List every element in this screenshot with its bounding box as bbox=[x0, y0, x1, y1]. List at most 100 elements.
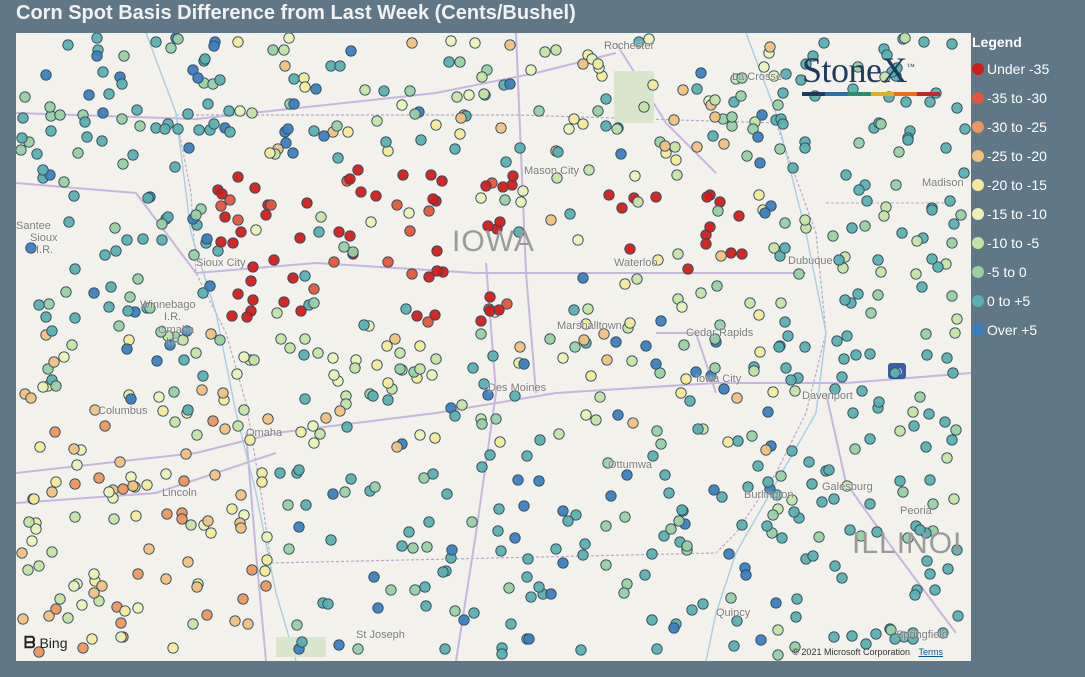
basis-marker bbox=[493, 304, 505, 316]
basis-marker bbox=[458, 614, 470, 626]
basis-marker bbox=[594, 391, 606, 403]
legend-item[interactable]: -35 to -30 bbox=[972, 83, 1082, 112]
basis-marker bbox=[97, 66, 109, 78]
basis-marker bbox=[66, 339, 78, 351]
basis-marker bbox=[169, 161, 181, 173]
basis-marker bbox=[341, 421, 353, 433]
basis-marker bbox=[404, 225, 416, 237]
basis-marker bbox=[301, 197, 313, 209]
basis-marker bbox=[119, 605, 131, 617]
basis-marker bbox=[91, 33, 103, 44]
legend-label: Under -35 bbox=[987, 60, 1050, 77]
basis-marker bbox=[557, 352, 569, 364]
basis-marker bbox=[691, 141, 703, 153]
basis-marker bbox=[753, 189, 765, 201]
basis-marker bbox=[889, 367, 901, 379]
basis-marker bbox=[818, 37, 830, 49]
basis-marker bbox=[550, 44, 562, 56]
map-canvas[interactable]: 80 IOWA ILLINOI Rochester La Crosse Maso… bbox=[16, 33, 971, 661]
basis-marker bbox=[777, 118, 789, 130]
bing-icon: ᗷ bbox=[24, 635, 36, 652]
basis-marker bbox=[708, 484, 720, 496]
basis-marker bbox=[946, 290, 958, 302]
basis-marker bbox=[668, 114, 680, 126]
basis-marker bbox=[646, 548, 658, 560]
legend-item[interactable]: Over +5 bbox=[972, 315, 1082, 344]
basis-marker bbox=[681, 540, 693, 552]
legend-item[interactable]: -5 to 0 bbox=[972, 257, 1082, 286]
basis-marker bbox=[676, 504, 688, 516]
basis-marker bbox=[944, 195, 956, 207]
legend-item[interactable]: -30 to -25 bbox=[972, 112, 1082, 141]
basis-marker bbox=[77, 642, 89, 654]
legend-item[interactable]: -15 to -10 bbox=[972, 199, 1082, 228]
basis-marker bbox=[847, 407, 859, 419]
basis-marker bbox=[264, 147, 276, 159]
city-label: Sioux City bbox=[196, 257, 246, 269]
basis-marker bbox=[582, 303, 594, 315]
basis-marker bbox=[232, 214, 244, 226]
basis-marker bbox=[197, 370, 209, 382]
basis-marker bbox=[235, 226, 247, 238]
basis-marker bbox=[952, 610, 964, 622]
basis-marker bbox=[116, 78, 128, 90]
basis-marker bbox=[28, 493, 40, 505]
basis-marker bbox=[391, 199, 403, 211]
basis-marker bbox=[907, 406, 919, 418]
basis-marker bbox=[451, 91, 463, 103]
basis-marker bbox=[44, 101, 56, 113]
basis-marker bbox=[103, 88, 115, 100]
basis-marker bbox=[191, 581, 203, 593]
basis-marker bbox=[219, 423, 231, 435]
legend-label: -30 to -25 bbox=[987, 118, 1047, 135]
basis-marker bbox=[287, 147, 299, 159]
basis-marker bbox=[624, 243, 636, 255]
basis-marker bbox=[419, 581, 431, 593]
basis-marker bbox=[229, 615, 241, 627]
legend-item[interactable]: 0 to +5 bbox=[972, 286, 1082, 315]
basis-marker bbox=[564, 208, 576, 220]
basis-marker bbox=[678, 339, 690, 351]
terms-link[interactable]: Terms bbox=[919, 647, 944, 657]
map-svg[interactable]: 80 bbox=[16, 33, 971, 661]
state-border bbox=[176, 114, 777, 124]
basis-marker bbox=[380, 136, 392, 148]
bing-logo[interactable]: ᗷ Bing bbox=[24, 635, 67, 653]
legend-item[interactable]: -25 to -20 bbox=[972, 141, 1082, 170]
basis-marker bbox=[232, 171, 244, 183]
basis-marker bbox=[420, 600, 432, 612]
legend-item[interactable]: -20 to -15 bbox=[972, 170, 1082, 199]
basis-marker bbox=[315, 211, 327, 223]
basis-marker bbox=[772, 624, 784, 636]
city-label: Des Moines bbox=[488, 382, 547, 394]
basis-marker bbox=[331, 120, 343, 132]
basis-marker bbox=[328, 256, 340, 268]
basis-marker bbox=[732, 435, 744, 447]
basis-marker bbox=[232, 288, 244, 300]
basis-marker bbox=[178, 354, 190, 366]
basis-marker bbox=[122, 305, 134, 317]
basis-marker bbox=[40, 69, 52, 81]
basis-marker bbox=[403, 207, 415, 219]
basis-marker bbox=[908, 420, 920, 432]
basis-marker bbox=[423, 516, 435, 528]
city-label: La Crosse bbox=[732, 71, 783, 83]
basis-marker bbox=[631, 273, 643, 285]
basis-marker bbox=[695, 67, 707, 79]
basis-marker bbox=[16, 547, 28, 559]
basis-marker bbox=[300, 499, 312, 511]
basis-marker bbox=[505, 618, 517, 630]
basis-marker bbox=[590, 414, 602, 426]
legend-item[interactable]: -10 to -5 bbox=[972, 228, 1082, 257]
basis-marker bbox=[799, 341, 811, 353]
legend-item[interactable]: Under -35 bbox=[972, 54, 1082, 83]
basis-marker bbox=[894, 475, 906, 487]
basis-marker bbox=[299, 81, 311, 93]
basis-marker bbox=[533, 475, 545, 487]
basis-marker bbox=[741, 150, 753, 162]
basis-marker bbox=[190, 209, 202, 221]
basis-marker bbox=[496, 648, 508, 660]
basis-marker bbox=[288, 73, 300, 85]
basis-marker bbox=[339, 486, 351, 498]
city-label: I.R. bbox=[166, 336, 184, 348]
